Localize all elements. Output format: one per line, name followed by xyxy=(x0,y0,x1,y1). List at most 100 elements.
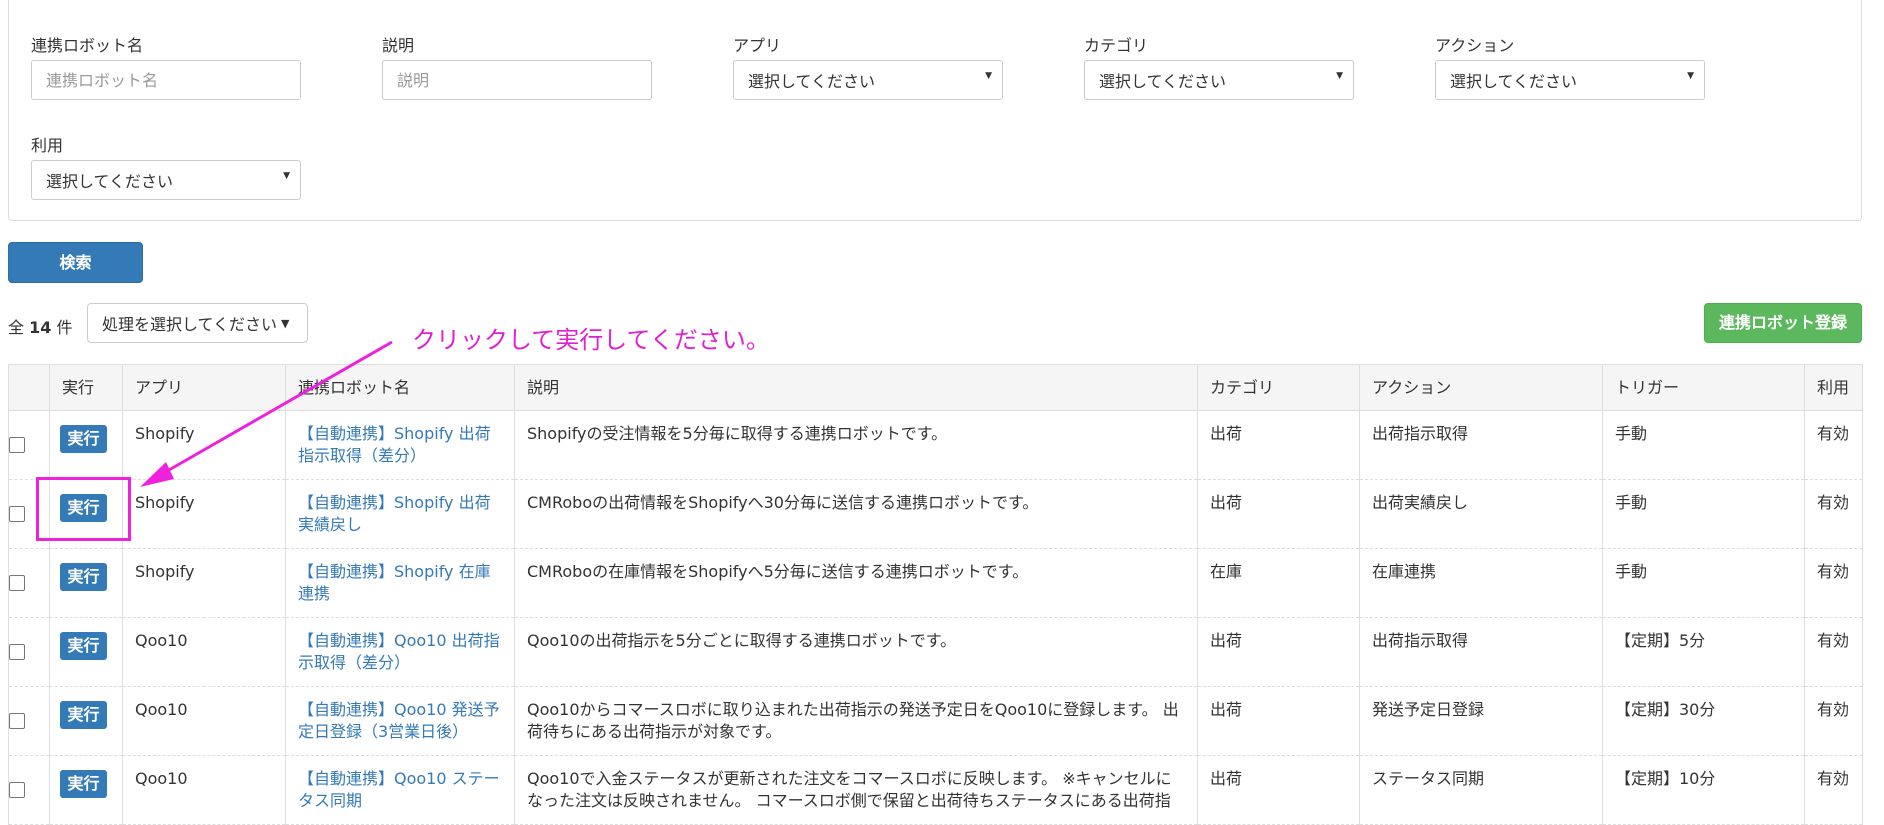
run-cell: 実行 xyxy=(49,686,123,756)
trigger-cell: 手動 xyxy=(1602,410,1805,480)
category-cell: 出荷 xyxy=(1197,755,1360,825)
category-cell: 出荷 xyxy=(1197,410,1360,480)
run-cell: 実行 xyxy=(49,548,123,618)
bulk-action-select[interactable]: 処理を選択してください ▼ xyxy=(87,303,308,343)
robot-name-link[interactable]: 【自動連携】Shopify 在庫連携 xyxy=(298,562,491,603)
table-row: 実行 Shopify 【自動連携】Shopify 在庫連携 CMRoboの在庫情… xyxy=(8,548,1863,618)
action-cell: 発送予定日登録 xyxy=(1359,686,1603,756)
caret-down-icon: ▼ xyxy=(281,316,290,330)
header-category: カテゴリ xyxy=(1197,364,1360,411)
header-app: アプリ xyxy=(122,364,286,411)
row-checkbox[interactable] xyxy=(9,437,25,453)
caret-down-icon: ▼ xyxy=(1687,71,1694,81)
usage-cell: 有効 xyxy=(1804,755,1863,825)
category-cell: 在庫 xyxy=(1197,548,1360,618)
header-action: アクション xyxy=(1359,364,1603,411)
run-cell: 実行 xyxy=(49,617,123,687)
description-input[interactable] xyxy=(382,60,652,100)
row-checkbox-cell xyxy=(8,686,50,756)
robot-name-cell: 【自動連携】Qoo10 ステータス同期 xyxy=(285,755,515,825)
robot-name-link[interactable]: 【自動連携】Qoo10 発送予定日登録（3営業日後） xyxy=(298,700,500,741)
row-checkbox[interactable] xyxy=(9,575,25,591)
robot-name-cell: 【自動連携】Shopify 出荷指示取得（差分） xyxy=(285,410,515,480)
row-checkbox[interactable] xyxy=(9,644,25,660)
app-cell: Qoo10 xyxy=(122,617,286,687)
trigger-cell: 手動 xyxy=(1602,479,1805,549)
bulk-action-label: 処理を選択してください xyxy=(102,315,278,334)
run-cell: 実行 xyxy=(49,755,123,825)
run-button[interactable]: 実行 xyxy=(60,632,107,660)
category-label: カテゴリ xyxy=(1084,36,1149,55)
row-checkbox-cell xyxy=(8,755,50,825)
action-select-value: 選択してください xyxy=(1450,72,1578,91)
category-cell: 出荷 xyxy=(1197,686,1360,756)
annotation-text: クリックして実行してください。 xyxy=(412,326,770,354)
category-cell: 出荷 xyxy=(1197,479,1360,549)
action-label: アクション xyxy=(1435,36,1515,55)
table-row: 実行 Shopify 【自動連携】Shopify 出荷指示取得（差分） Shop… xyxy=(8,410,1863,480)
run-button[interactable]: 実行 xyxy=(60,425,107,453)
description-cell: Shopifyの受注情報を5分毎に取得する連携ロボットです。 xyxy=(514,410,1198,480)
usage-select[interactable]: 選択してください ▼ xyxy=(31,160,301,200)
usage-label: 利用 xyxy=(31,136,64,155)
search-button[interactable]: 検索 xyxy=(8,242,143,283)
table-row: 実行 Qoo10 【自動連携】Qoo10 ステータス同期 Qoo10で入金ステー… xyxy=(8,755,1863,825)
action-cell: 出荷指示取得 xyxy=(1359,617,1603,687)
row-checkbox-cell xyxy=(8,548,50,618)
trigger-cell: 【定期】10分 xyxy=(1602,755,1805,825)
usage-select-value: 選択してください xyxy=(46,172,174,191)
caret-down-icon: ▼ xyxy=(283,171,290,181)
row-checkbox[interactable] xyxy=(9,782,25,798)
count-number: 14 xyxy=(29,318,52,337)
header-usage: 利用 xyxy=(1804,364,1863,411)
description-cell: Qoo10の出荷指示を5分ごとに取得する連携ロボットです。 xyxy=(514,617,1198,687)
robot-name-cell: 【自動連携】Shopify 在庫連携 xyxy=(285,548,515,618)
app-select-value: 選択してください xyxy=(748,72,876,91)
robot-table: 実行 アプリ 連携ロボット名 説明 カテゴリ アクション トリガー 利用 実行 … xyxy=(8,364,1863,825)
robot-name-cell: 【自動連携】Qoo10 発送予定日登録（3営業日後） xyxy=(285,686,515,756)
robot-name-link[interactable]: 【自動連携】Shopify 出荷実績戻し xyxy=(298,493,491,534)
robot-name-link[interactable]: 【自動連携】Shopify 出荷指示取得（差分） xyxy=(298,424,491,465)
table-row: 実行 Shopify 【自動連携】Shopify 出荷実績戻し CMRoboの出… xyxy=(8,479,1863,549)
usage-cell: 有効 xyxy=(1804,617,1863,687)
category-select-value: 選択してください xyxy=(1099,72,1227,91)
table-row: 実行 Qoo10 【自動連携】Qoo10 発送予定日登録（3営業日後） Qoo1… xyxy=(8,686,1863,756)
robot-name-link[interactable]: 【自動連携】Qoo10 ステータス同期 xyxy=(298,769,500,810)
action-cell: ステータス同期 xyxy=(1359,755,1603,825)
caret-down-icon: ▼ xyxy=(985,71,992,81)
count-suffix: 件 xyxy=(56,318,73,337)
app-select[interactable]: 選択してください ▼ xyxy=(733,60,1003,100)
app-cell: Shopify xyxy=(122,410,286,480)
header-run: 実行 xyxy=(49,364,123,411)
robot-name-link[interactable]: 【自動連携】Qoo10 出荷指示取得（差分） xyxy=(298,631,500,672)
search-filter-panel: 連携ロボット名 説明 アプリ 選択してください ▼ カテゴリ 選択してください … xyxy=(8,0,1862,221)
run-button[interactable]: 実行 xyxy=(60,701,107,729)
category-select[interactable]: 選択してください ▼ xyxy=(1084,60,1354,100)
category-cell: 出荷 xyxy=(1197,617,1360,687)
row-checkbox[interactable] xyxy=(9,713,25,729)
app-cell: Qoo10 xyxy=(122,755,286,825)
robot-name-cell: 【自動連携】Shopify 出荷実績戻し xyxy=(285,479,515,549)
app-cell: Shopify xyxy=(122,548,286,618)
header-robot-name: 連携ロボット名 xyxy=(285,364,515,411)
app-cell: Qoo10 xyxy=(122,686,286,756)
header-trigger: トリガー xyxy=(1602,364,1805,411)
row-checkbox[interactable] xyxy=(9,506,25,522)
register-robot-button[interactable]: 連携ロボット登録 xyxy=(1704,303,1862,343)
run-button[interactable]: 実行 xyxy=(60,563,107,591)
run-button[interactable]: 実行 xyxy=(60,770,107,798)
header-description: 説明 xyxy=(514,364,1198,411)
count-prefix: 全 xyxy=(8,318,25,337)
description-cell: CMRoboの在庫情報をShopifyへ5分毎に送信する連携ロボットです。 xyxy=(514,548,1198,618)
trigger-cell: 【定期】5分 xyxy=(1602,617,1805,687)
action-cell: 出荷指示取得 xyxy=(1359,410,1603,480)
highlight-box xyxy=(36,477,131,541)
robot-name-cell: 【自動連携】Qoo10 出荷指示取得（差分） xyxy=(285,617,515,687)
row-checkbox-cell xyxy=(8,617,50,687)
row-checkbox-cell xyxy=(8,410,50,480)
robot-name-label: 連携ロボット名 xyxy=(31,36,144,55)
description-cell: Qoo10で入金ステータスが更新された注文をコマースロボに反映します。 ※キャン… xyxy=(514,755,1198,825)
robot-name-input[interactable] xyxy=(31,60,301,100)
table-header-row: 実行 アプリ 連携ロボット名 説明 カテゴリ アクション トリガー 利用 xyxy=(8,364,1863,411)
action-select[interactable]: 選択してください ▼ xyxy=(1435,60,1705,100)
